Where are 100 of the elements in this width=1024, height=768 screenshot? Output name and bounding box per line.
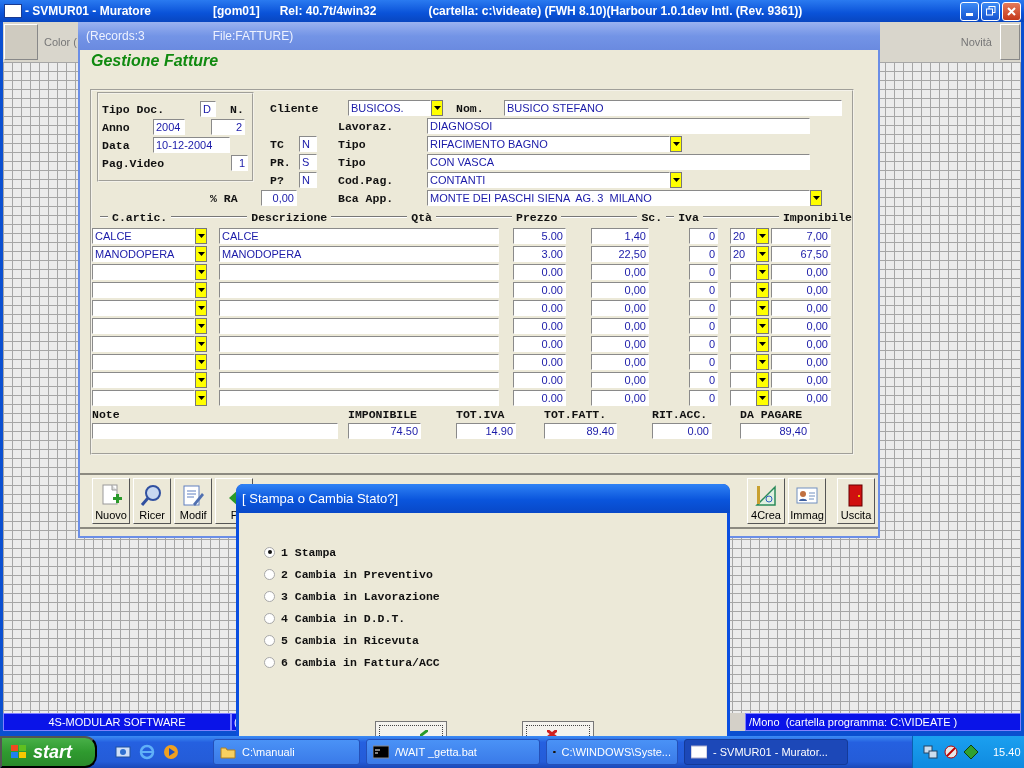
dropdown-button[interactable] <box>670 136 682 152</box>
radio-button[interactable] <box>264 590 275 602</box>
dropdown-field[interactable] <box>92 336 195 352</box>
dialog-button[interactable] <box>375 721 447 736</box>
radio-button[interactable] <box>264 546 275 558</box>
dropdown-field[interactable] <box>92 372 195 388</box>
dropdown-button[interactable] <box>431 100 443 116</box>
input-field[interactable]: DIAGNOSOI <box>427 118 810 134</box>
input-field[interactable]: 0,00 <box>591 372 649 388</box>
minimize-button[interactable] <box>960 1 979 21</box>
dropdown-field[interactable]: RIFACIMENTO BAGNO <box>427 136 670 152</box>
input-field[interactable]: 74.50 <box>348 423 421 439</box>
input-field[interactable]: 0,00 <box>771 264 831 280</box>
input-field[interactable]: 0,00 <box>771 282 831 298</box>
input-field[interactable]: S <box>299 154 317 170</box>
dropdown-button[interactable] <box>195 300 207 316</box>
dropdown-field[interactable] <box>730 282 756 298</box>
option-label[interactable]: 3 Cambia in Lavorazione <box>281 589 440 603</box>
option-label[interactable]: 4 Cambia in D.D.T. <box>281 611 406 625</box>
dropdown-button[interactable] <box>756 228 769 244</box>
restore-button[interactable] <box>981 1 1000 21</box>
input-field[interactable]: 0 <box>689 282 718 298</box>
input-field[interactable]: 0,00 <box>591 300 649 316</box>
dropdown-button[interactable] <box>756 264 769 280</box>
dropdown-button[interactable] <box>195 318 207 334</box>
input-field[interactable]: 0,00 <box>771 336 831 352</box>
input-field[interactable]: 0,00 <box>771 390 831 406</box>
dropdown-field[interactable] <box>92 264 195 280</box>
input-field[interactable]: 0.00 <box>513 318 566 334</box>
input-field[interactable]: 0 <box>689 354 718 370</box>
input-field[interactable]: 3.00 <box>513 246 566 262</box>
input-field[interactable] <box>219 336 499 352</box>
toolbar-button[interactable] <box>4 24 38 60</box>
dropdown-field[interactable] <box>92 300 195 316</box>
input-field[interactable]: 0,00 <box>771 354 831 370</box>
input-field[interactable] <box>219 318 499 334</box>
input-field[interactable]: 0,00 <box>771 372 831 388</box>
input-field[interactable]: 0,00 <box>591 264 649 280</box>
dropdown-button[interactable] <box>810 190 822 206</box>
option-label[interactable]: 6 Cambia in Fattura/ACC <box>281 655 440 669</box>
dropdown-field[interactable] <box>92 282 195 298</box>
dropdown-field[interactable] <box>730 372 756 388</box>
taskbar-button[interactable]: /WAIT _getta.bat <box>366 739 540 765</box>
dropdown-field[interactable]: MONTE DEI PASCHI SIENA AG. 3 MILANO <box>427 190 810 206</box>
dropdown-button[interactable] <box>195 336 207 352</box>
toolbar-button[interactable] <box>1000 24 1020 60</box>
dropdown-button[interactable] <box>756 318 769 334</box>
input-field[interactable]: 89.40 <box>544 423 617 439</box>
input-field[interactable]: 2004 <box>153 119 185 135</box>
dropdown-field[interactable]: CALCE <box>92 228 195 244</box>
dropdown-field[interactable] <box>92 390 195 406</box>
input-field[interactable]: 2 <box>211 119 245 135</box>
input-field[interactable]: 89,40 <box>740 423 810 439</box>
play-icon[interactable] <box>163 744 179 760</box>
input-field[interactable]: 14.90 <box>456 423 516 439</box>
toolbar-button[interactable]: Uscita <box>836 478 876 524</box>
show-desktop-icon[interactable] <box>115 744 131 760</box>
dropdown-field[interactable] <box>730 264 756 280</box>
dropdown-field[interactable] <box>730 336 756 352</box>
radio-button[interactable] <box>264 656 275 668</box>
input-field[interactable]: CALCE <box>219 228 499 244</box>
input-field[interactable]: 0,00 <box>591 336 649 352</box>
input-field[interactable]: 5.00 <box>513 228 566 244</box>
dropdown-field[interactable]: BUSICOS. <box>348 100 431 116</box>
toolbar-button[interactable]: Ricer <box>133 478 172 524</box>
close-button[interactable] <box>1002 1 1021 21</box>
radio-button[interactable] <box>264 634 275 646</box>
input-field[interactable]: CON VASCA <box>427 154 810 170</box>
input-field[interactable]: 0 <box>689 228 718 244</box>
input-field[interactable]: 22,50 <box>591 246 649 262</box>
input-field[interactable]: 0 <box>689 336 718 352</box>
input-field[interactable]: N <box>299 136 317 152</box>
taskbar-button[interactable]: C:\manuali <box>213 739 360 765</box>
dropdown-field[interactable] <box>92 354 195 370</box>
input-field[interactable]: 1,40 <box>591 228 649 244</box>
start-button[interactable]: start <box>0 736 97 768</box>
input-field[interactable]: 0,00 <box>591 390 649 406</box>
taskbar-button[interactable]: C:\WINDOWS\Syste... <box>546 739 678 765</box>
input-field[interactable]: 0,00 <box>771 300 831 316</box>
dropdown-button[interactable] <box>195 390 207 406</box>
input-field[interactable]: 0.00 <box>513 300 566 316</box>
dialog-button[interactable] <box>522 721 594 736</box>
option-label[interactable]: 5 Cambia in Ricevuta <box>281 633 420 647</box>
input-field[interactable]: D <box>200 101 216 117</box>
dropdown-button[interactable] <box>195 354 207 370</box>
input-field[interactable] <box>92 423 338 439</box>
input-field[interactable]: 7,00 <box>771 228 831 244</box>
dropdown-button[interactable] <box>195 372 207 388</box>
dropdown-field[interactable] <box>92 318 195 334</box>
input-field[interactable]: N <box>299 172 317 188</box>
input-field[interactable]: 10-12-2004 <box>153 137 230 153</box>
input-field[interactable]: 0.00 <box>513 372 566 388</box>
input-field[interactable]: 0,00 <box>591 318 649 334</box>
input-field[interactable]: 0,00 <box>261 190 297 206</box>
input-field[interactable]: 1 <box>231 155 248 171</box>
dropdown-field[interactable]: 20 <box>730 228 756 244</box>
input-field[interactable]: 0.00 <box>513 282 566 298</box>
input-field[interactable]: 0 <box>689 300 718 316</box>
input-field[interactable] <box>219 282 499 298</box>
input-field[interactable]: 0 <box>689 372 718 388</box>
